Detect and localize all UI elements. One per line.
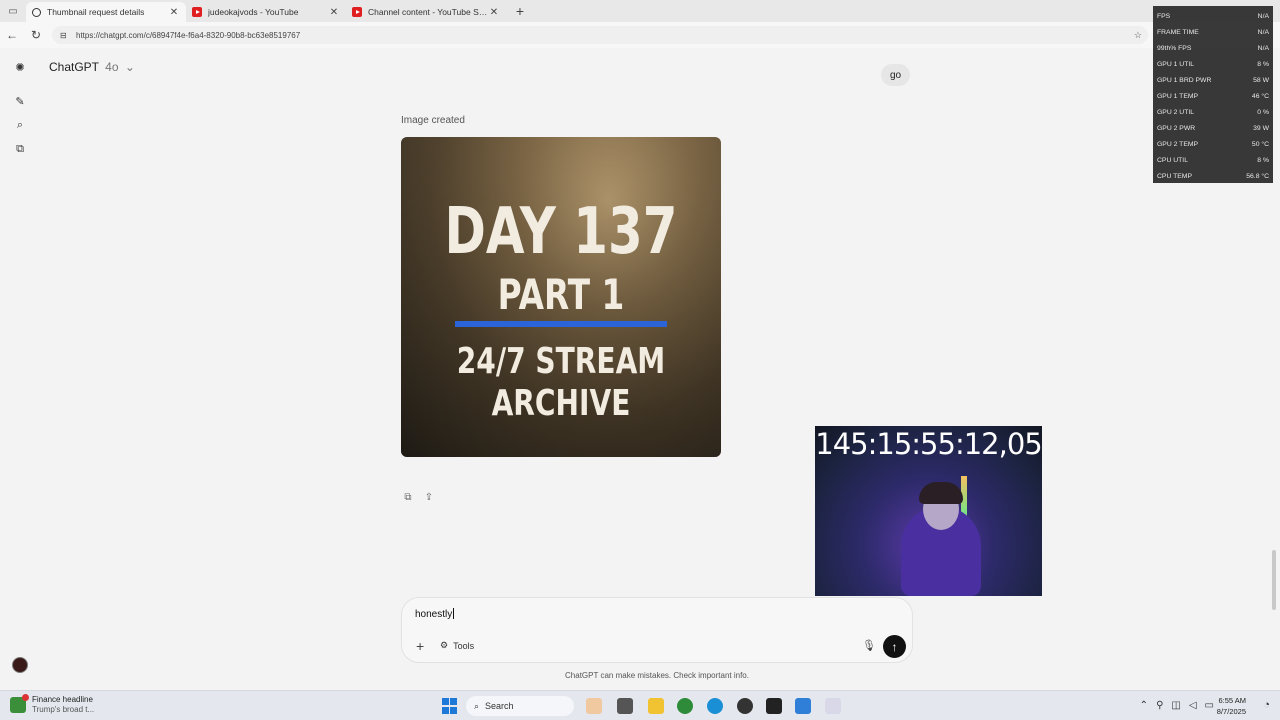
taskbar-search[interactable]: ⌕ Search: [466, 696, 574, 716]
message-composer[interactable]: honestly + ⚙ Tools 🎙 ↑: [401, 597, 913, 663]
windows-start-icon[interactable]: [441, 698, 457, 714]
notification-bell-icon[interactable]: ◔: [1263, 699, 1270, 711]
tools-label: Tools: [453, 640, 475, 651]
location-icon[interactable]: ⚲: [1156, 700, 1163, 711]
youtube-icon: [352, 7, 362, 17]
chevron-up-icon[interactable]: ⌃: [1140, 700, 1148, 711]
new-tab-button[interactable]: +: [510, 3, 530, 19]
xbox-icon[interactable]: [677, 698, 693, 714]
perf-row: GPU 1 TEMP 46 °C: [1157, 92, 1269, 100]
add-attachment-icon[interactable]: +: [416, 638, 424, 654]
url-text: https://chatgpt.com/c/68947f4e-f6a4-8320…: [76, 30, 301, 40]
close-icon[interactable]: ✕: [328, 7, 340, 18]
chevron-down-icon: ⌄: [124, 60, 135, 74]
address-bar-row: ← ↻ ⊟ https://chatgpt.com/c/68947f4e-f6a…: [0, 22, 1280, 48]
perf-row: GPU 2 UTIL 0 %: [1157, 108, 1269, 116]
url-field[interactable]: ⊟ https://chatgpt.com/c/68947f4e-f6a4-83…: [52, 26, 1148, 44]
image-text-day: DAY 137: [444, 195, 678, 269]
copy-icon[interactable]: ⧉: [402, 491, 414, 503]
model-name: ChatGPT: [49, 60, 99, 74]
site-info-icon[interactable]: ⊟: [60, 31, 70, 40]
news-icon: [10, 694, 29, 713]
perf-row: GPU 2 PWR 39 W: [1157, 124, 1269, 132]
arrow-up-icon: ↑: [891, 639, 898, 654]
clock-date: 8/7/2025: [1216, 707, 1246, 716]
user-message-bubble: go: [881, 64, 911, 86]
perf-row: CPU TEMP 56.8 °C: [1157, 172, 1269, 180]
clock-time: 6:55 AM: [1218, 696, 1246, 705]
search-icon[interactable]: ⌕: [12, 117, 28, 133]
composer-value: honestly: [415, 609, 453, 620]
news-text: Finance headline Trump's broad t...: [32, 695, 94, 715]
browser-tab-strip: ▭ Thumbnail request details ✕ judeokajvo…: [0, 0, 1280, 22]
image-text-stream: 24/7 STREAM: [456, 341, 666, 382]
capcut-icon[interactable]: [766, 698, 782, 714]
share-icon[interactable]: ⇪: [423, 491, 435, 503]
image-text-part: PART 1: [497, 270, 625, 319]
model-version: 4o: [105, 60, 119, 74]
performance-overlay: FPS N/A FRAME TIME N/A 99th% FPS N/A GPU 1 …: [1153, 6, 1273, 183]
tools-icon: ⚙: [440, 640, 449, 650]
perf-row: GPU 2 TEMP 50 °C: [1157, 140, 1269, 148]
perf-row: GPU 1 UTIL 8 %: [1157, 60, 1269, 68]
news-subtitle: Trump's broad t...: [32, 705, 95, 714]
edge-icon[interactable]: [707, 698, 723, 714]
perf-row: 99th% FPS N/A: [1157, 44, 1269, 52]
composer-input[interactable]: honestly: [415, 608, 455, 620]
close-icon[interactable]: ✕: [168, 7, 180, 18]
taskbar-clock[interactable]: 6:55 AM 8/7/2025: [1217, 695, 1246, 717]
tab-title: Thumbnail request details: [47, 7, 145, 17]
send-button[interactable]: ↑: [883, 635, 906, 658]
disclaimer-text: ChatGPT can make mistakes. Check importa…: [565, 671, 749, 680]
file-explorer-icon[interactable]: [648, 698, 664, 714]
tab-youtube-channel[interactable]: judeokajvods - YouTube ✕: [186, 2, 346, 22]
photos-icon[interactable]: [795, 698, 811, 714]
library-icon[interactable]: ⧉: [12, 141, 28, 157]
page-scrollbar[interactable]: [1272, 550, 1276, 610]
news-widget[interactable]: Finance headline Trump's broad t...: [10, 694, 94, 715]
tab-youtube-studio[interactable]: Channel content - YouTube Studio ✕: [346, 2, 506, 22]
tab-actions-icon[interactable]: ▭: [0, 0, 26, 22]
image-accent-bar: [455, 321, 667, 327]
model-selector[interactable]: ChatGPT 4o ⌄: [49, 60, 135, 74]
news-title: Finance headline: [32, 695, 93, 704]
image-caption: Image created: [401, 115, 465, 126]
taskbar-search-label: Search: [485, 701, 514, 711]
avatar[interactable]: [12, 657, 28, 673]
tools-button[interactable]: ⚙ Tools: [440, 640, 474, 651]
generated-image[interactable]: DAY 137 PART 1 24/7 STREAM ARCHIVE: [401, 137, 721, 457]
snipping-tool-icon[interactable]: [825, 698, 841, 714]
taskbar: Finance headline Trump's broad t... ⌕ Se…: [0, 690, 1280, 720]
stream-timer: 145:15:55:12,05: [815, 427, 1042, 461]
obs-icon[interactable]: [737, 698, 753, 714]
close-icon[interactable]: ✕: [488, 7, 500, 18]
widget-app-icon[interactable]: [586, 698, 602, 714]
perf-row: CPU UTIL 8 %: [1157, 156, 1269, 164]
volume-icon[interactable]: ◁: [1189, 700, 1197, 711]
youtube-icon: [192, 7, 202, 17]
image-text-archive: ARCHIVE: [491, 383, 631, 424]
perf-row: FRAME TIME N/A: [1157, 28, 1269, 36]
tab-thumbnail-request[interactable]: Thumbnail request details ✕: [26, 2, 186, 22]
tab-title: Channel content - YouTube Studio: [368, 7, 488, 17]
new-chat-icon[interactable]: ✎: [12, 93, 28, 109]
refresh-icon[interactable]: ↻: [24, 28, 48, 42]
wifi-icon[interactable]: ◫: [1171, 700, 1180, 711]
openai-logo-icon[interactable]: ✺: [12, 59, 28, 75]
chatgpt-icon: [32, 7, 41, 17]
favorite-star-icon[interactable]: ☆: [1134, 30, 1142, 41]
battery-icon[interactable]: ▭: [1205, 700, 1214, 711]
search-icon: ⌕: [474, 700, 480, 711]
perf-row: GPU 1 BRD PWR 58 W: [1157, 76, 1269, 84]
perf-row: FPS N/A: [1157, 12, 1269, 20]
streamer-hair: [919, 482, 963, 504]
tab-title: judeokajvods - YouTube: [208, 7, 299, 17]
terminal-icon[interactable]: [617, 698, 633, 714]
system-tray: ⌃ ⚲ ◫ ◁ ▭: [1140, 700, 1214, 711]
back-icon[interactable]: ←: [0, 28, 24, 42]
webcam-overlay: 145:15:55:12,05: [815, 426, 1042, 596]
text-caret: [453, 608, 455, 619]
microphone-icon[interactable]: 🎙: [862, 639, 876, 652]
